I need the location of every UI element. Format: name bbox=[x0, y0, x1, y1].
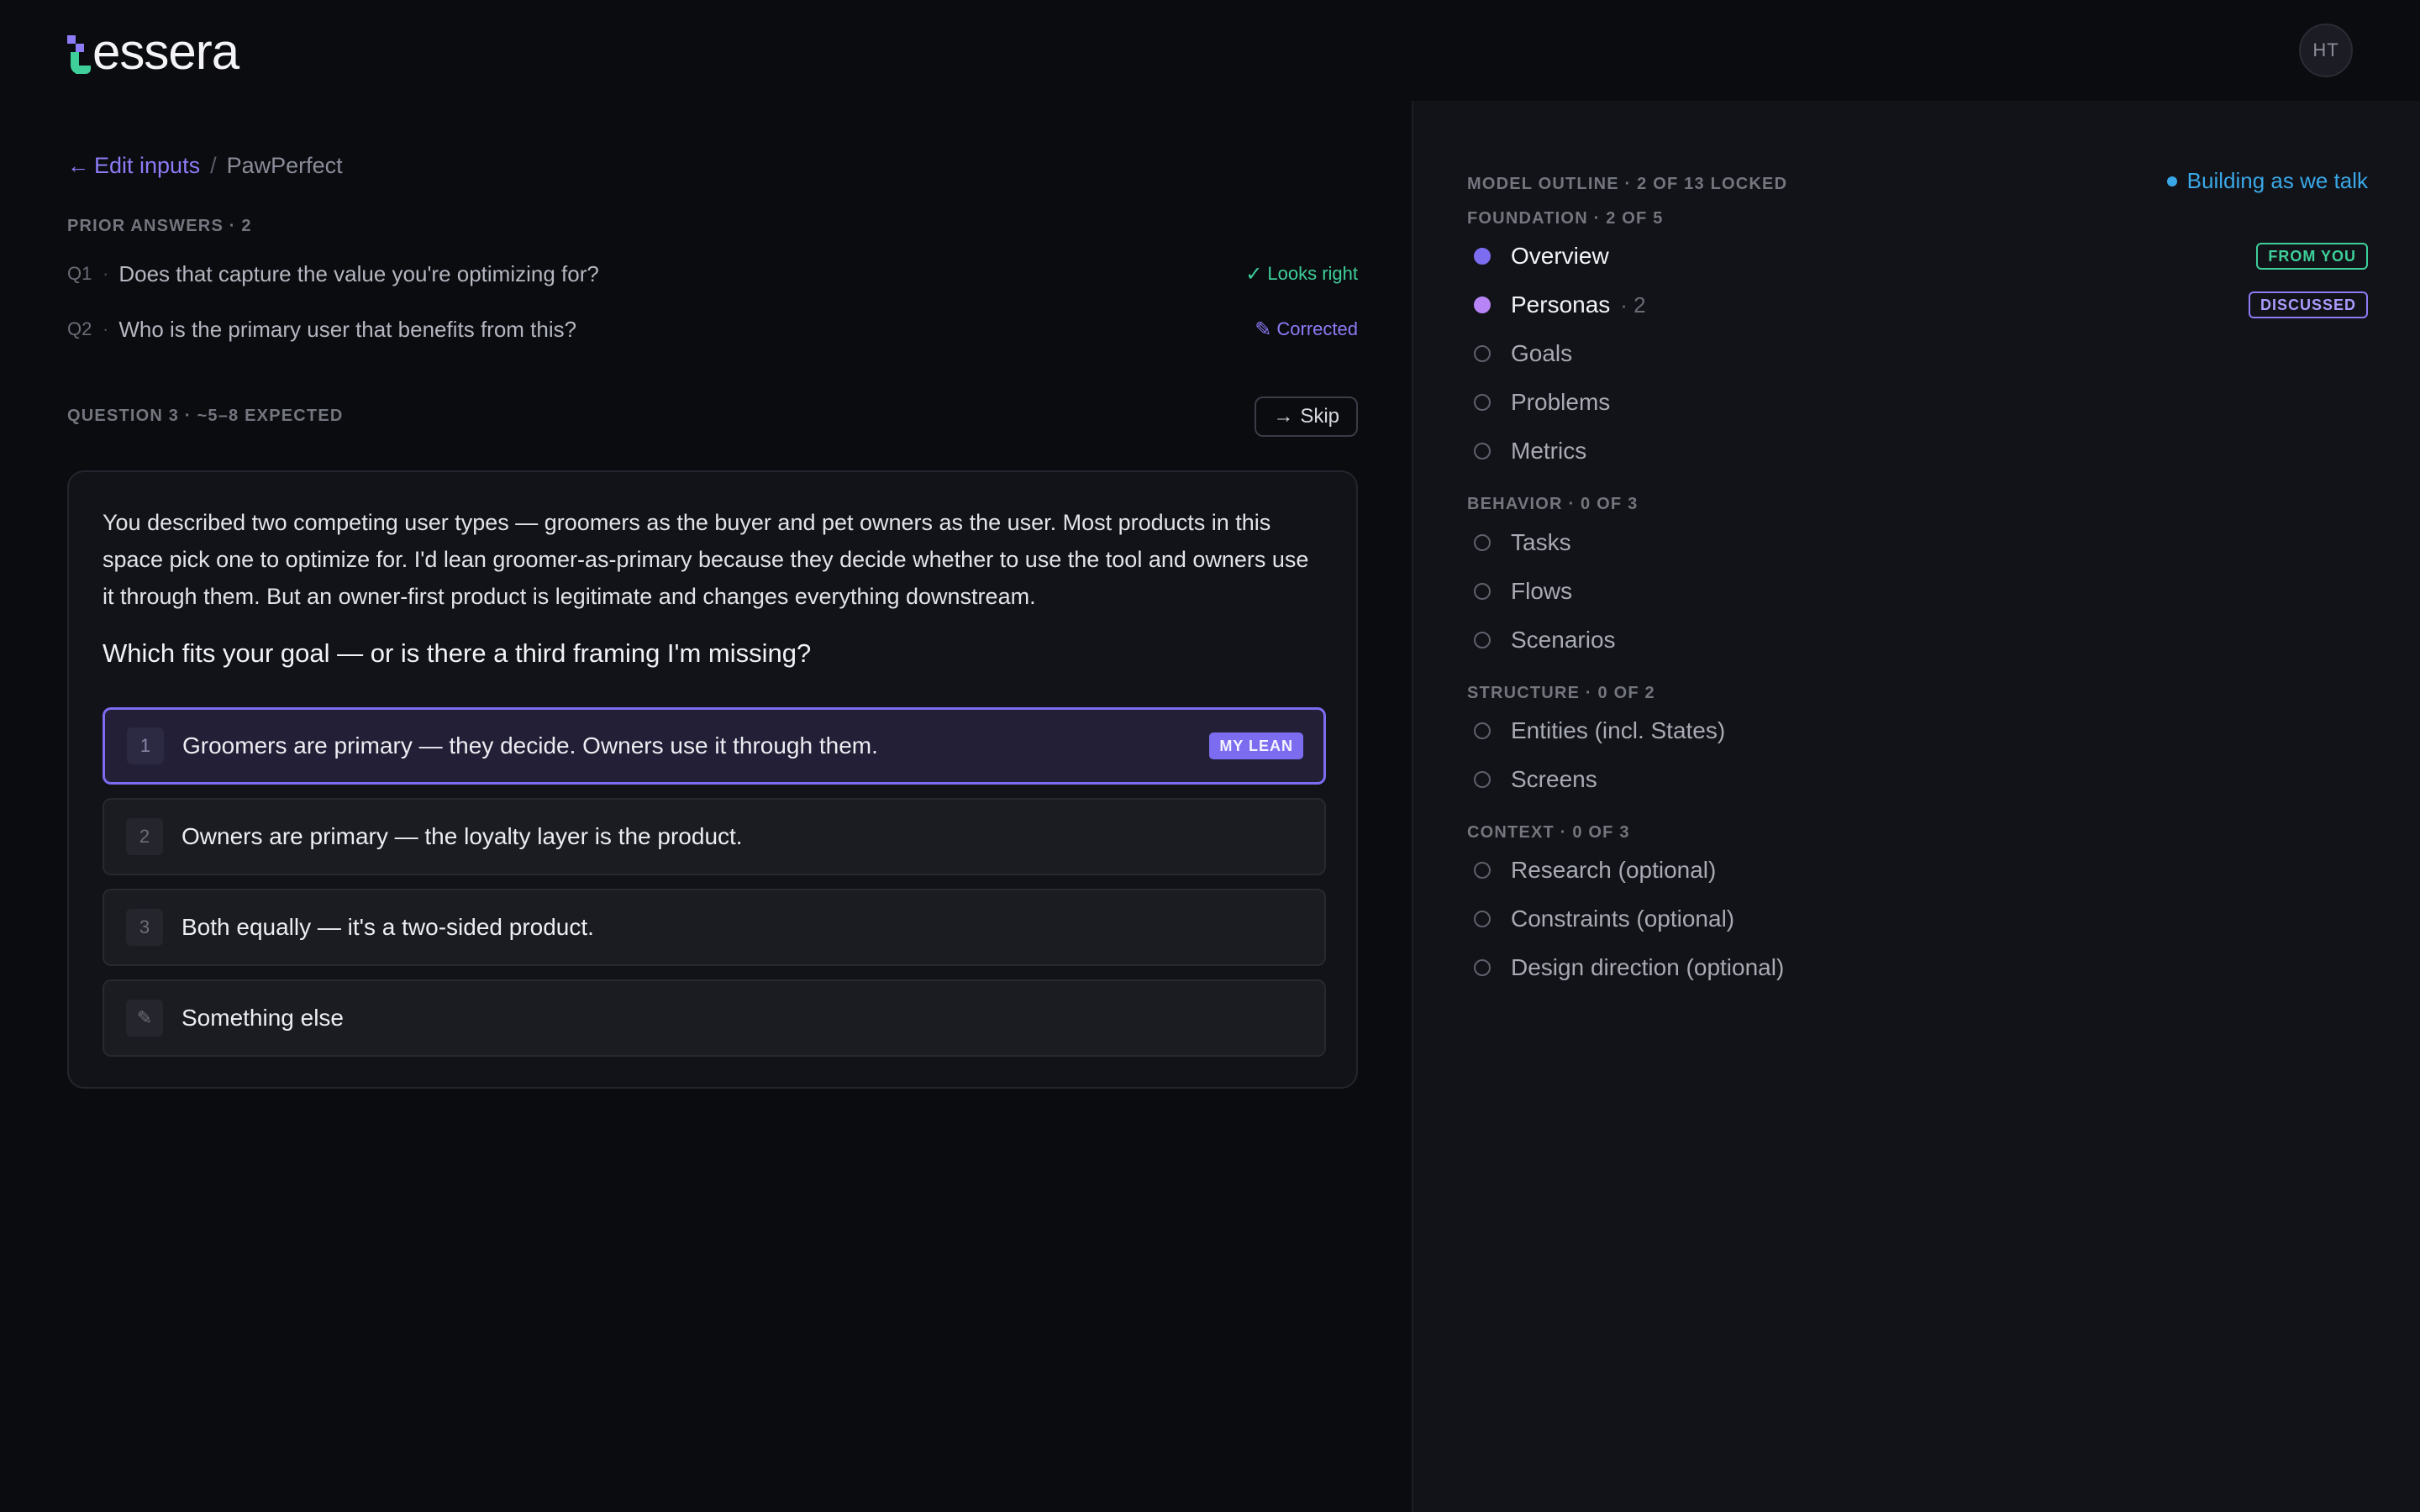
question-card: You described two competing user types —… bbox=[67, 470, 1358, 1089]
live-status: Building as we talk bbox=[2166, 168, 2368, 194]
question-label: QUESTION 3 · ~5–8 EXPECTED bbox=[67, 407, 344, 425]
status-circle-icon bbox=[1474, 583, 1491, 600]
outline-item-metrics[interactable]: Metrics bbox=[1467, 427, 2368, 475]
status-dot-icon bbox=[1474, 297, 1491, 313]
status-circle-icon bbox=[1474, 862, 1491, 879]
outline-group-label: STRUCTURE · 0 OF 2 bbox=[1467, 684, 1655, 702]
outline-item-goals[interactable]: Goals bbox=[1467, 329, 2368, 378]
check-icon: ✓ bbox=[1245, 262, 1263, 286]
outline-group-label: FOUNDATION · 2 OF 5 bbox=[1467, 209, 1664, 228]
app-root: essera HT ← Edit inputs / PawPerfect PRI… bbox=[0, 0, 2420, 1512]
prior-answer-status: ✎ Corrected bbox=[1255, 318, 1358, 341]
status-circle-icon bbox=[1474, 959, 1491, 976]
outline-item-personas[interactable]: Personas · 2 DISCUSSED bbox=[1467, 281, 2368, 329]
answer-option-2[interactable]: 2 Owners are primary — the loyalty layer… bbox=[103, 798, 1326, 875]
breadcrumb-current: PawPerfect bbox=[226, 153, 343, 178]
prior-answer-question: Does that capture the value you're optim… bbox=[118, 260, 599, 286]
prior-answer-status: ✓ Looks right bbox=[1245, 262, 1358, 286]
skip-button[interactable]: → Skip bbox=[1255, 396, 1358, 437]
option-text: Both equally — it's a two-sided product. bbox=[182, 914, 594, 940]
answer-option-1[interactable]: 1 Groomers are primary — they decide. Ow… bbox=[103, 707, 1326, 785]
outline-group-label: CONTEXT · 0 OF 3 bbox=[1467, 823, 1630, 842]
edit-inputs-link[interactable]: ← Edit inputs bbox=[67, 153, 200, 179]
status-circle-icon bbox=[1474, 722, 1491, 739]
breadcrumb-separator: / bbox=[210, 153, 217, 178]
status-dot-icon bbox=[1474, 248, 1491, 265]
status-circle-icon bbox=[1474, 771, 1491, 788]
pencil-icon: ✎ bbox=[1255, 318, 1272, 341]
prior-answer-number: Q1 bbox=[67, 263, 92, 284]
breadcrumb: ← Edit inputs / PawPerfect bbox=[67, 153, 343, 179]
status-circle-icon bbox=[1474, 443, 1491, 459]
outline-item-screens[interactable]: Screens bbox=[1467, 755, 2368, 804]
outline-item-flows[interactable]: Flows bbox=[1467, 567, 2368, 616]
outline-item-research[interactable]: Research (optional) bbox=[1467, 846, 2368, 895]
option-text: Owners are primary — the loyalty layer i… bbox=[182, 823, 743, 849]
edit-inputs-label: Edit inputs bbox=[94, 153, 201, 178]
outline-item-entities[interactable]: Entities (incl. States) bbox=[1467, 706, 2368, 755]
persona-count: · 2 bbox=[1620, 291, 1646, 318]
option-key: 3 bbox=[126, 909, 163, 946]
user-avatar[interactable]: HT bbox=[2299, 24, 2353, 77]
outline-item-tasks[interactable]: Tasks bbox=[1467, 518, 2368, 567]
live-dot-icon bbox=[2166, 176, 2177, 186]
discussed-tag: DISCUSSED bbox=[2248, 291, 2368, 318]
top-header: essera HT bbox=[0, 0, 2420, 101]
arrow-left-icon: ← bbox=[67, 153, 89, 178]
outline-title: MODEL OUTLINE · 2 OF 13 LOCKED bbox=[1467, 175, 1788, 193]
from-you-tag: FROM YOU bbox=[2256, 243, 2368, 270]
status-circle-icon bbox=[1474, 394, 1491, 411]
option-text: Groomers are primary — they decide. Owne… bbox=[182, 732, 878, 759]
my-lean-badge: MY LEAN bbox=[1209, 732, 1303, 759]
outline-item-design-direction[interactable]: Design direction (optional) bbox=[1467, 943, 2368, 992]
option-key: 2 bbox=[126, 818, 163, 855]
logo-mark-icon bbox=[67, 29, 91, 76]
status-circle-icon bbox=[1474, 534, 1491, 551]
brand-logo[interactable]: essera bbox=[67, 22, 239, 82]
option-key: 1 bbox=[127, 727, 164, 764]
answer-option-3[interactable]: 3 Both equally — it's a two-sided produc… bbox=[103, 889, 1326, 966]
outline-header: MODEL OUTLINE · 2 OF 13 LOCKED Building … bbox=[1467, 158, 2368, 208]
prior-answer-question: Who is the primary user that benefits fr… bbox=[118, 316, 577, 342]
prior-answer-row[interactable]: Q2 · Who is the primary user that benefi… bbox=[67, 312, 1358, 346]
outline-item-scenarios[interactable]: Scenarios bbox=[1467, 616, 2368, 664]
prior-answer-number: Q2 bbox=[67, 318, 92, 339]
outline-item-constraints[interactable]: Constraints (optional) bbox=[1467, 895, 2368, 943]
outline-group-label: BEHAVIOR · 0 OF 3 bbox=[1467, 495, 1639, 513]
question-intro: You described two competing user types —… bbox=[103, 510, 1309, 609]
outline-item-problems[interactable]: Problems bbox=[1467, 378, 2368, 427]
status-circle-icon bbox=[1474, 345, 1491, 362]
pencil-icon: ✎ bbox=[126, 1000, 163, 1037]
status-circle-icon bbox=[1474, 632, 1491, 648]
answer-option-other[interactable]: ✎ Something else bbox=[103, 979, 1326, 1057]
model-outline-panel: MODEL OUTLINE · 2 OF 13 LOCKED Building … bbox=[1412, 101, 2420, 1512]
status-circle-icon bbox=[1474, 911, 1491, 927]
prior-answer-row[interactable]: Q1 · Does that capture the value you're … bbox=[67, 257, 1358, 291]
arrow-right-icon: → bbox=[1273, 405, 1294, 428]
question-prompt: Which fits your goal — or is there a thi… bbox=[103, 638, 812, 668]
prior-answers-label: PRIOR ANSWERS · 2 bbox=[67, 217, 252, 235]
option-text: Something else bbox=[182, 1005, 345, 1031]
outline-item-overview[interactable]: Overview FROM YOU bbox=[1467, 232, 2368, 281]
brand-name: essera bbox=[92, 24, 239, 80]
